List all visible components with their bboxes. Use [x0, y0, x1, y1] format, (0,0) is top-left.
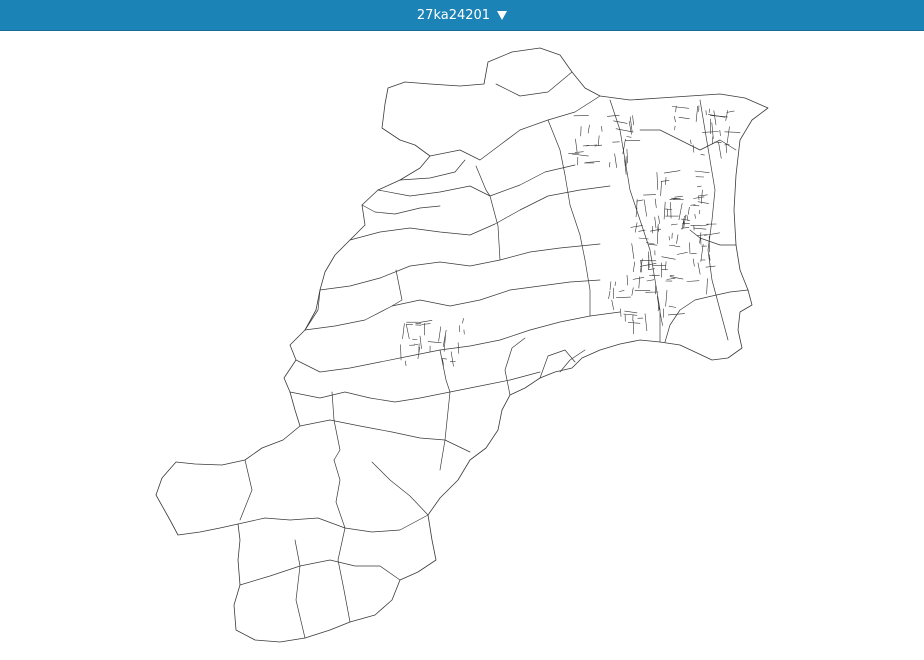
header-bar: 27ka24201: [0, 0, 924, 31]
region-outline: [155, 47, 769, 643]
dataset-selector[interactable]: 27ka24201: [416, 7, 508, 23]
caret-down-icon: [497, 11, 508, 20]
boundary-map[interactable]: [0, 31, 924, 660]
dataset-code-label: 27ka24201: [416, 7, 491, 23]
map-area[interactable]: [0, 31, 924, 660]
